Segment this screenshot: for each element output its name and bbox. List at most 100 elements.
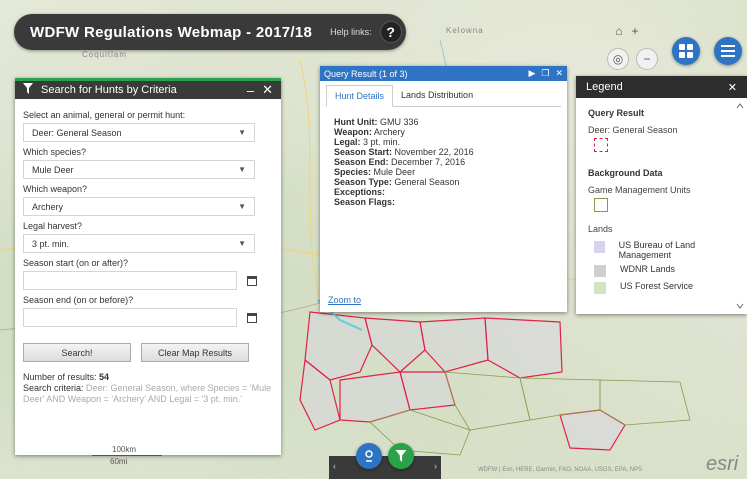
measure-icon[interactable] (356, 443, 382, 469)
filter-search-icon[interactable] (388, 443, 414, 469)
chevron-down-icon: ▼ (238, 128, 246, 137)
attr-value: Mule Deer (373, 167, 416, 177)
map-place-label: Coquitlam (82, 50, 128, 59)
attr-row: Exceptions: (334, 187, 553, 197)
weapon-select[interactable]: Archery ▼ (23, 197, 255, 216)
weapon-label: Which weapon? (23, 184, 88, 194)
season-start-label: Season start (on or after)? (23, 258, 129, 268)
search-panel-title: Search for Hunts by Criteria (41, 84, 177, 96)
attr-key: Season Start: (334, 147, 393, 157)
legal-label: Legal harvest? (23, 221, 83, 231)
species-value: Mule Deer (32, 164, 74, 175)
legend-scrollbar[interactable] (736, 102, 744, 310)
tab-hunt-details[interactable]: Hunt Details (326, 85, 394, 107)
season-end-input[interactable] (23, 308, 237, 327)
legend-lands-label: Lands (588, 224, 613, 234)
zoom-to-link[interactable]: Zoom to (328, 295, 361, 305)
map-attribution: WDFW | Esri, HERE, Garmin, FAO, NOAA, US… (478, 467, 643, 473)
attr-row: Season Type: General Season (334, 177, 553, 187)
map-place-label: Kelowna (446, 26, 484, 35)
attr-value: 3 pt. min. (363, 137, 401, 147)
species-label: Which species? (23, 147, 87, 157)
hunt-label: Select an animal, general or permit hunt… (23, 110, 186, 120)
legend-header: Legend ✕ (576, 76, 747, 98)
legend-panel: Legend ✕ Query Result Deer: General Seas… (576, 76, 747, 314)
attr-row: Weapon: Archery (334, 127, 553, 137)
legend-title: Legend (586, 81, 623, 93)
hunt-select[interactable]: Deer: General Season ▼ (23, 123, 255, 142)
attr-row: Season Flags: (334, 197, 553, 207)
attr-row: Season Start: November 22, 2016 (334, 147, 553, 157)
scale-bar: 100km 60mi (92, 445, 162, 466)
attr-key: Season Type: (334, 177, 392, 187)
attr-value: Archery (373, 127, 405, 137)
help-icon[interactable]: ? (379, 21, 402, 43)
attr-key: Legal: (334, 137, 361, 147)
chevron-down-icon: ▼ (238, 165, 246, 174)
zoom-in-icon[interactable]: + (624, 20, 646, 42)
close-icon[interactable]: ✕ (555, 68, 563, 79)
legend-wdnr-swatch (594, 265, 606, 277)
chevron-left-icon[interactable]: ‹ (333, 461, 336, 471)
legend-blm-label: US Bureau of Land Management (618, 240, 696, 260)
species-select[interactable]: Mule Deer ▼ (23, 160, 255, 179)
chevron-down-icon: ▼ (238, 202, 246, 211)
layer-list-icon[interactable] (714, 37, 742, 65)
legend-query-item: Deer: General Season (588, 125, 678, 135)
attr-row: Species: Mule Deer (334, 167, 553, 177)
close-icon[interactable]: ✕ (262, 82, 273, 98)
esri-logo: esri (706, 453, 739, 475)
attr-key: Exceptions: (334, 187, 386, 197)
legend-wdnr-label: WDNR Lands (620, 264, 676, 274)
basemap-gallery-icon[interactable] (672, 37, 700, 65)
results-label: Number of results: (23, 372, 97, 382)
search-panel-header: Search for Hunts by Criteria – ✕ (15, 78, 281, 99)
minimize-icon[interactable]: – (247, 83, 254, 98)
zoom-out-icon[interactable]: − (636, 48, 658, 70)
dock-icon[interactable]: ❐ (541, 68, 549, 79)
attr-value: December 7, 2016 (391, 157, 466, 167)
hunt-value: Deer: General Season (32, 127, 122, 138)
app-title: WDFW Regulations Webmap - 2017/18 (30, 23, 313, 41)
legend-lands-row: US Forest Service (588, 281, 735, 294)
legend-usfs-label: US Forest Service (620, 281, 694, 291)
attr-value: General Season (394, 177, 460, 187)
scale-km: 100km (112, 445, 137, 454)
locate-icon[interactable]: ◎ (607, 48, 629, 70)
app-titlebar: WDFW Regulations Webmap - 2017/18 Help l… (14, 14, 406, 50)
next-icon[interactable]: ▶ (528, 68, 535, 79)
legal-select[interactable]: 3 pt. min. ▼ (23, 234, 255, 253)
tab-lands-distribution[interactable]: Lands Distribution (393, 85, 481, 106)
legend-gmu-label: Game Management Units (588, 185, 691, 195)
legend-blm-swatch (594, 241, 605, 253)
chevron-right-icon[interactable]: › (434, 461, 437, 471)
criteria-label: Search criteria: (23, 383, 84, 393)
attribute-list: Hunt Unit: GMU 336 Weapon: Archery Legal… (320, 107, 567, 217)
calendar-icon[interactable] (247, 312, 257, 323)
attr-row: Season End: December 7, 2016 (334, 157, 553, 167)
legend-query-swatch (594, 138, 608, 152)
attr-key: Season Flags: (334, 197, 396, 207)
attr-value: GMU 336 (380, 117, 419, 127)
clear-map-results-button[interactable]: Clear Map Results (141, 343, 249, 362)
season-start-input[interactable] (23, 271, 237, 290)
search-button[interactable]: Search! (23, 343, 131, 362)
calendar-icon[interactable] (247, 275, 257, 286)
query-result-panel: Query Result (1 of 3) ▶ ❐ ✕ Hunt Details… (320, 66, 567, 312)
legend-usfs-swatch (594, 282, 606, 294)
attr-row: Legal: 3 pt. min. (334, 137, 553, 147)
attr-key: Species: (334, 167, 372, 177)
season-end-label: Season end (on or before)? (23, 295, 134, 305)
legal-value: 3 pt. min. (32, 238, 70, 249)
chevron-down-icon: ▼ (238, 239, 246, 248)
close-icon[interactable]: ✕ (728, 81, 737, 94)
attr-value: November 22, 2016 (394, 147, 474, 157)
legend-gmu-swatch (594, 198, 608, 212)
attr-key: Hunt Unit: (334, 117, 378, 127)
scale-mi: 60mi (110, 457, 128, 466)
query-result-title: Query Result (1 of 3) (324, 68, 408, 79)
filter-icon (23, 83, 33, 97)
results-count: 54 (99, 372, 110, 382)
weapon-value: Archery (32, 201, 64, 212)
attr-key: Weapon: (334, 127, 372, 137)
